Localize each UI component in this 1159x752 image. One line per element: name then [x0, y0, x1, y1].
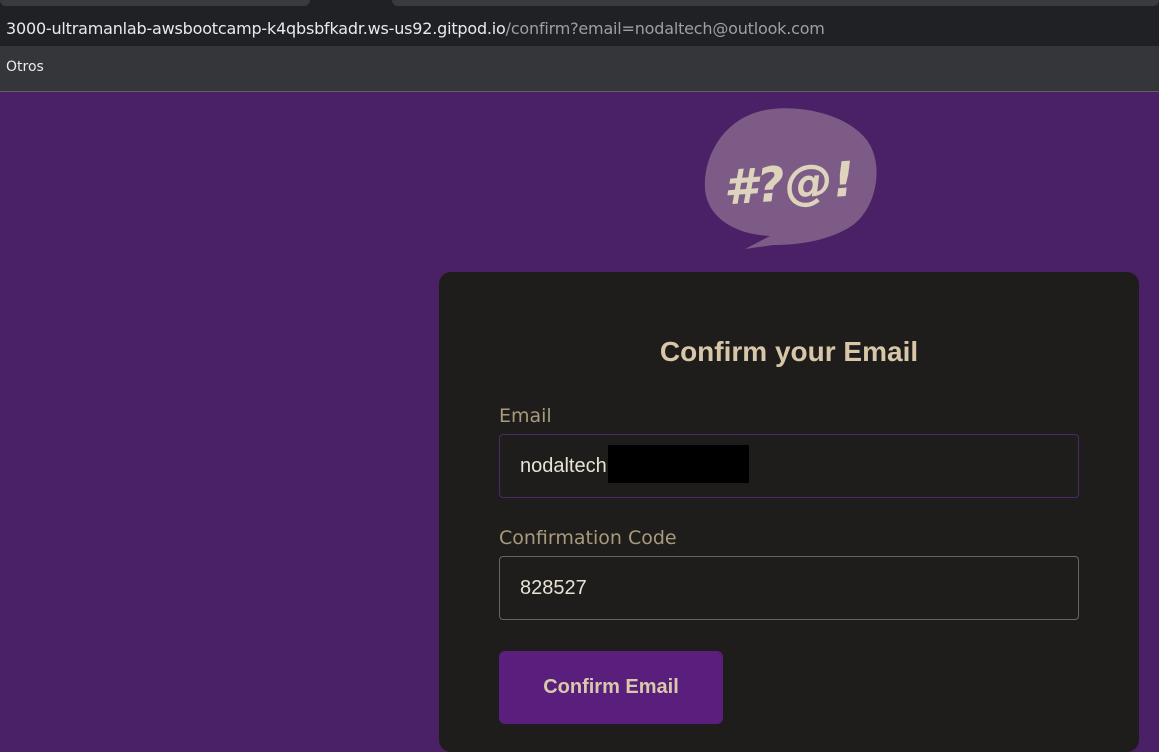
confirmation-code-label: Confirmation Code [499, 527, 677, 549]
browser-tab[interactable] [392, 0, 1159, 6]
url-text[interactable]: 3000-ultramanlab-awsbootcamp-k4qbsbfkadr… [6, 19, 825, 39]
speech-bubble-icon: #?@! [704, 108, 877, 249]
confirmation-code-field[interactable] [499, 556, 1079, 620]
url-path: /confirm?email=nodaltech@outlook.com [505, 19, 825, 38]
redaction-box [608, 445, 749, 483]
page-title: Confirm your Email [659, 336, 919, 367]
url-host: 3000-ultramanlab-awsbootcamp-k4qbsbfkadr… [6, 19, 506, 38]
browser-tab[interactable] [0, 0, 310, 6]
address-bar[interactable]: 3000-ultramanlab-awsbootcamp-k4qbsbfkadr… [0, 12, 1159, 46]
confirm-email-button[interactable]: Confirm Email [499, 651, 723, 724]
tab-strip [0, 0, 1159, 12]
bookmarks-bar: Otros [0, 46, 1159, 92]
email-field[interactable] [499, 434, 1079, 498]
email-label: Email [499, 405, 552, 427]
bookmark-folder-otros[interactable]: Otros [6, 59, 44, 75]
confirm-card: Confirm your Email Email Confirmation Co… [439, 272, 1139, 752]
logo-text: #?@! [722, 151, 857, 216]
